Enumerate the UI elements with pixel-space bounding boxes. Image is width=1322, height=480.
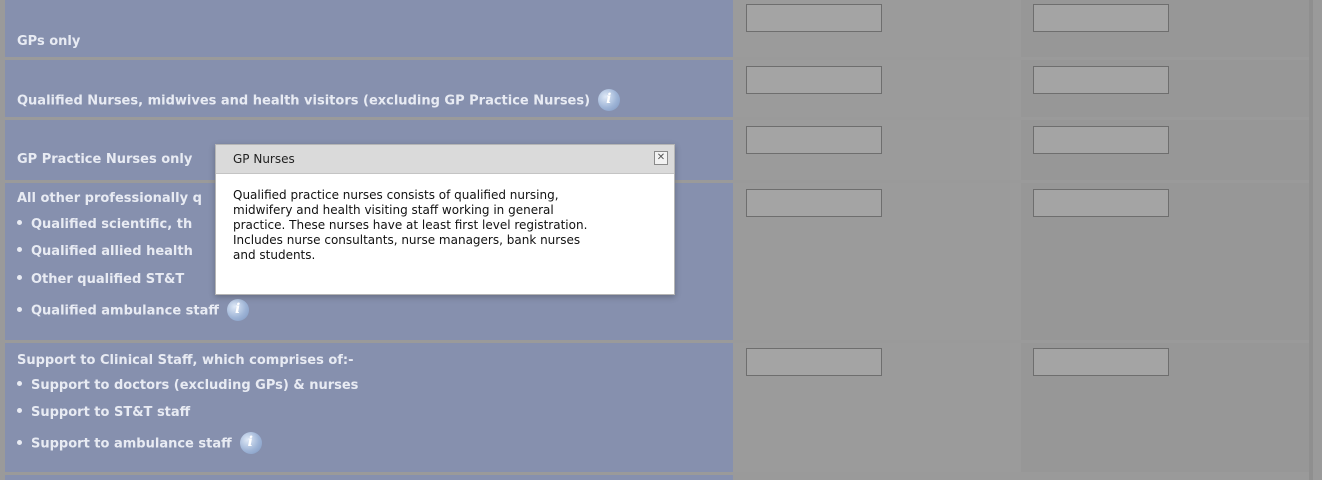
bullet-icon (17, 381, 22, 386)
row-label-next (5, 475, 733, 480)
gp-practice-nurses-label: GP Practice Nurses only (17, 152, 193, 167)
support-input-2[interactable] (1033, 348, 1169, 376)
list-item: Qualified scientific, th (17, 217, 192, 232)
dialog-title: GP Nurses (233, 152, 295, 166)
support-clinical-label: Support to Clinical Staff, which compris… (17, 353, 354, 368)
qualified-nurses-label: Qualified Nurses, midwives and health vi… (17, 93, 591, 109)
info-icon[interactable] (598, 89, 621, 111)
gp-nurses-dialog: GP Nurses ✕ Qualified practice nurses co… (215, 144, 675, 295)
bullet-icon (17, 220, 22, 225)
dialog-text-line: midwifery and health visiting staff work… (233, 203, 554, 217)
info-icon[interactable] (226, 299, 249, 321)
nurses-input-1[interactable] (746, 66, 882, 94)
list-item: Qualified ambulance staff (17, 299, 249, 322)
list-item: Support to ambulance staff (17, 432, 262, 455)
gps-input-2[interactable] (1033, 4, 1169, 32)
bullet-icon (17, 275, 22, 280)
gppn-input-1[interactable] (746, 126, 882, 154)
other-input-2[interactable] (1033, 189, 1169, 217)
scroll-edge (1309, 0, 1313, 480)
dialog-text-line: and students. (233, 248, 316, 262)
dialog-text-line: Qualified practice nurses consists of qu… (233, 188, 559, 202)
close-icon[interactable]: ✕ (654, 151, 668, 165)
gppn-input-2[interactable] (1033, 126, 1169, 154)
nurses-input-2[interactable] (1033, 66, 1169, 94)
dialog-body: Qualified practice nurses consists of qu… (216, 174, 674, 263)
row-label-support-clinical: Support to Clinical Staff, which compris… (5, 343, 733, 472)
support-input-1[interactable] (746, 348, 882, 376)
other-input-1[interactable] (746, 189, 882, 217)
dialog-text-line: Includes nurse consultants, nurse manage… (233, 233, 581, 247)
list-item: Support to ST&T staff (17, 405, 190, 420)
gps-input-1[interactable] (746, 4, 882, 32)
other-professional-label: All other professionally q (17, 191, 202, 206)
bullet-icon (17, 247, 22, 252)
list-item: Support to doctors (excluding GPs) & nur… (17, 378, 358, 393)
list-item: Qualified allied health (17, 244, 193, 259)
dialog-text-line: practice. These nurses have at least fir… (233, 218, 588, 232)
bullet-icon (17, 408, 22, 413)
row-label-qualified-nurses: Qualified Nurses, midwives and health vi… (5, 60, 733, 117)
list-item: Other qualified ST&T (17, 272, 184, 287)
bullet-icon (17, 439, 22, 445)
info-icon[interactable] (239, 432, 262, 454)
gps-only-label: GPs only (17, 34, 81, 49)
dialog-header: GP Nurses ✕ (216, 145, 674, 174)
bullet-icon (17, 306, 22, 312)
row-label-gps-only: GPs only (5, 0, 733, 57)
